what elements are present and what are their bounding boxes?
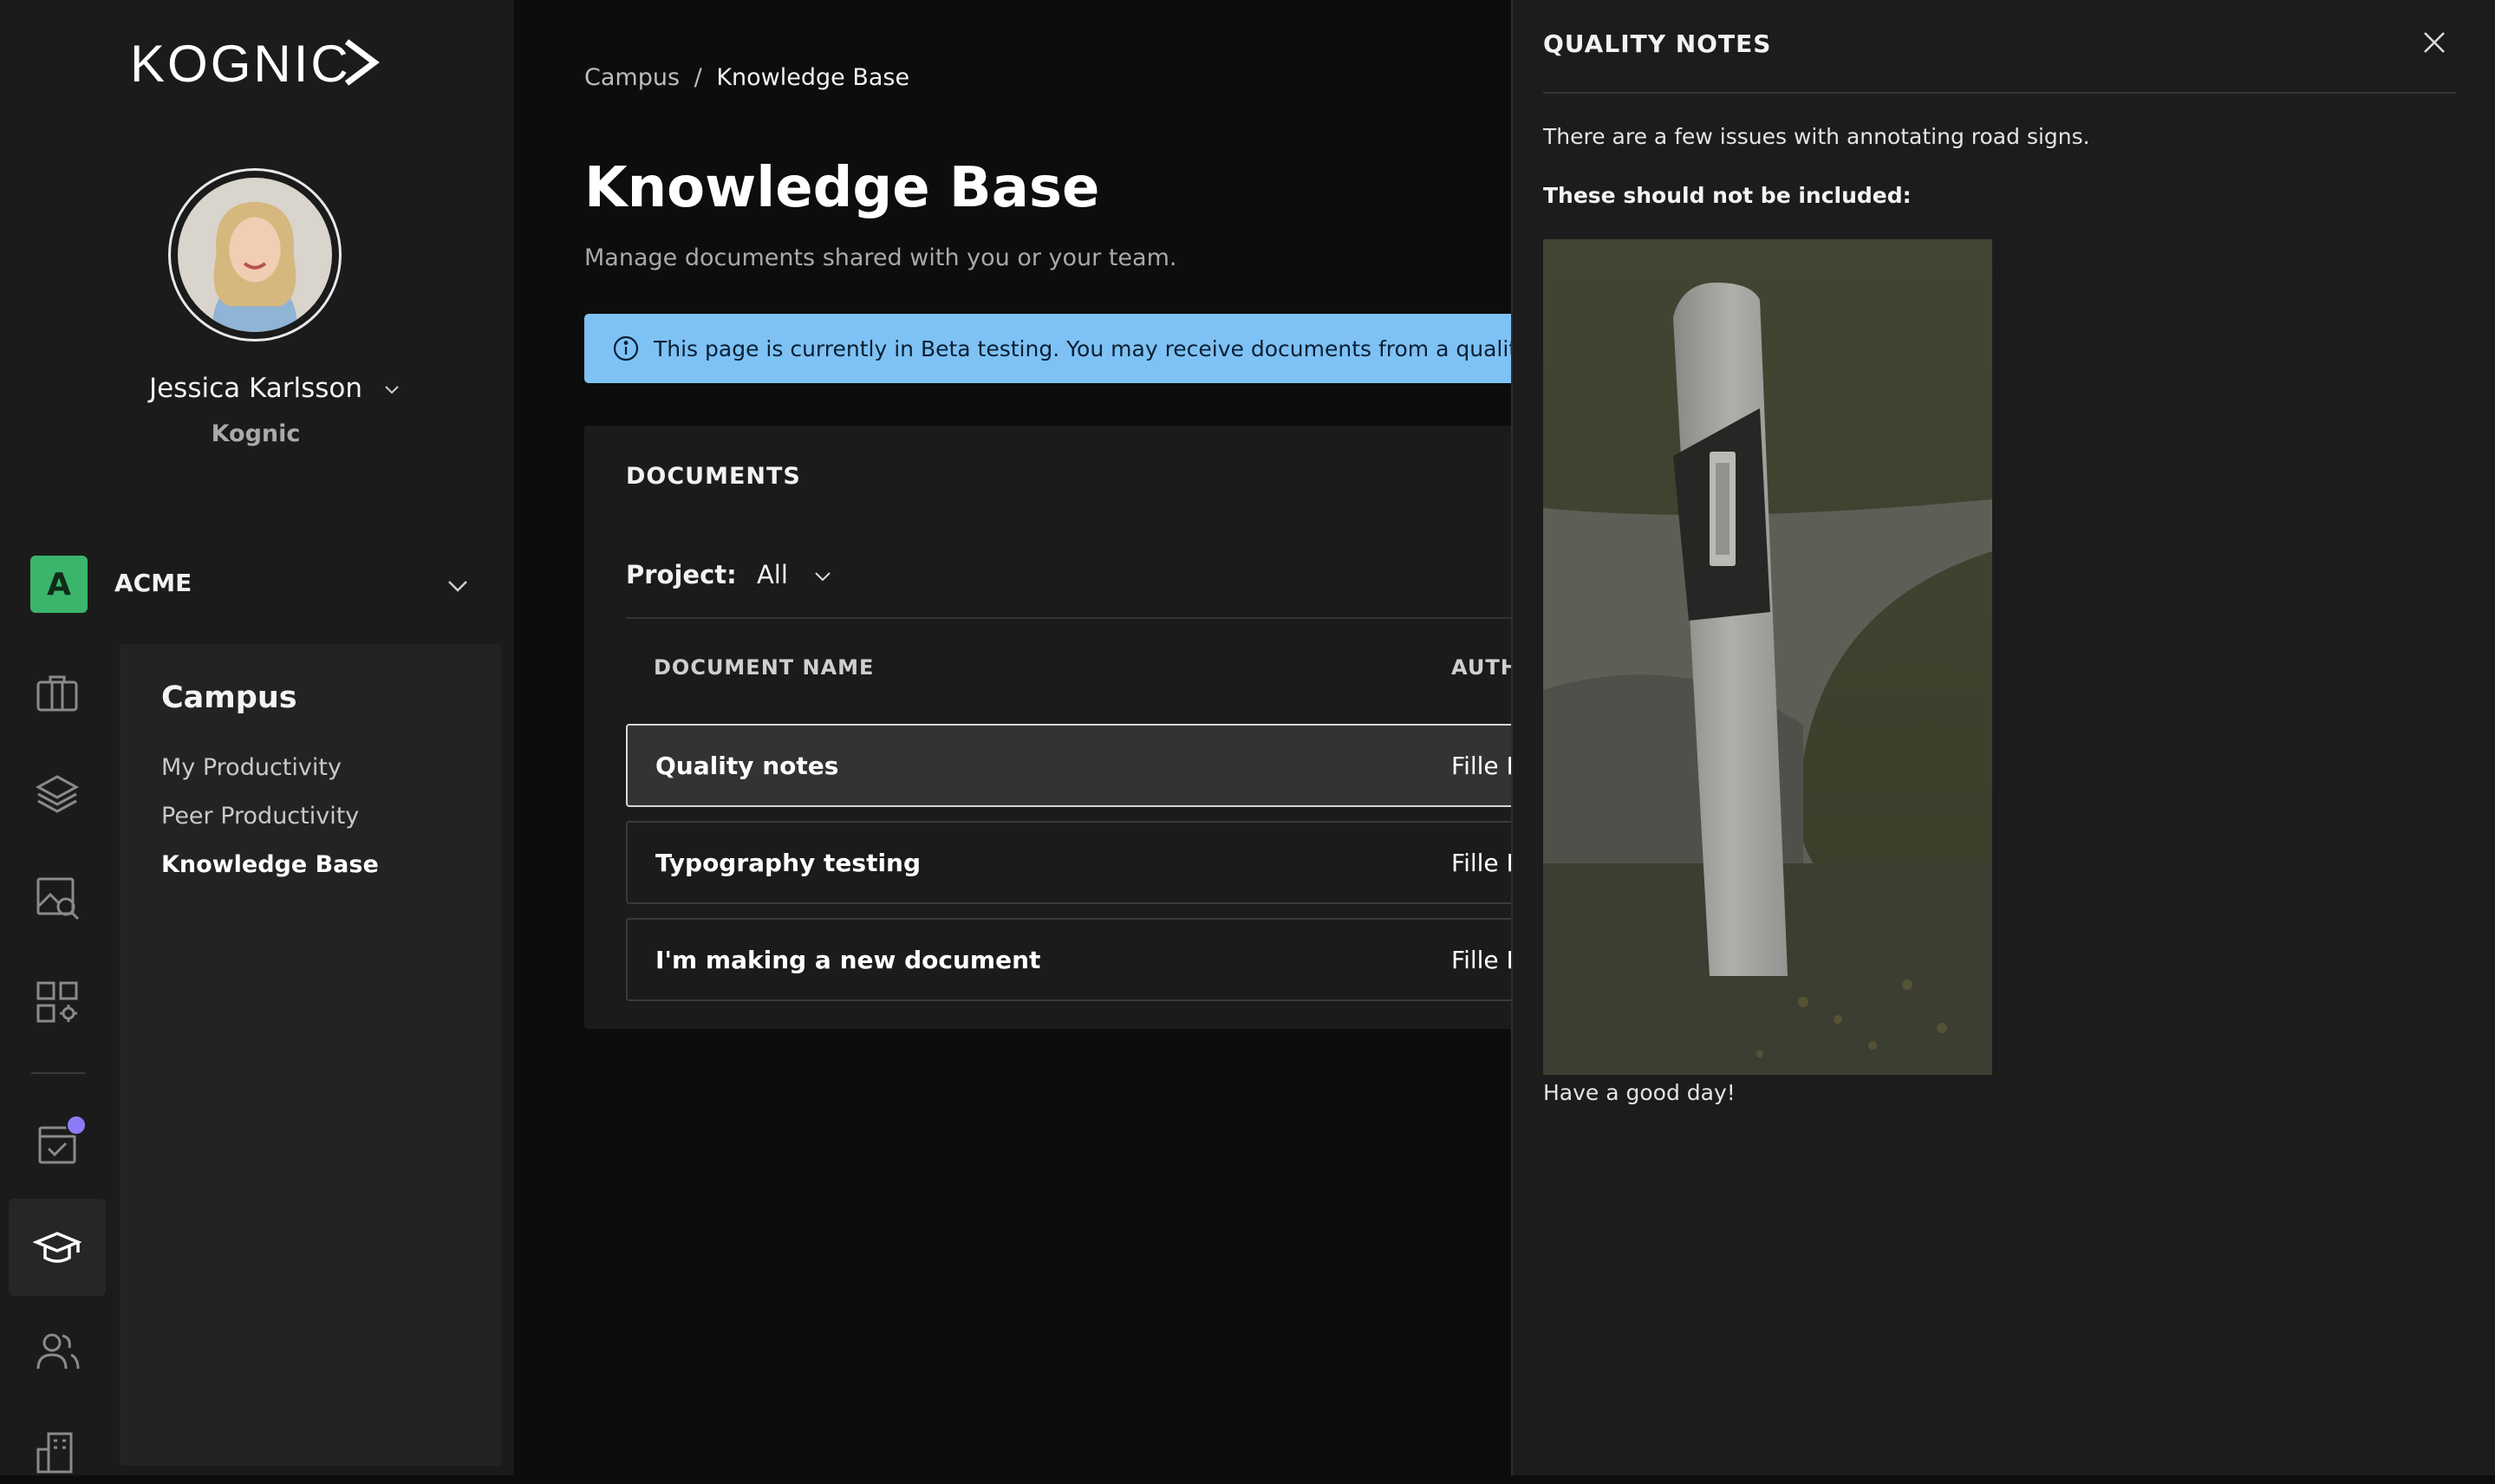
page-subtitle: Manage documents shared with you or your… — [584, 244, 1177, 271]
image-search-icon[interactable] — [26, 867, 88, 929]
document-name: Typography testing — [655, 849, 922, 877]
beta-banner: This page is currently in Beta testing. … — [584, 314, 1511, 383]
document-author: Fille D — [1451, 849, 1511, 877]
breadcrumb-parent[interactable]: Campus — [584, 64, 680, 91]
table-row[interactable]: Quality notes Fille D — [626, 724, 1511, 807]
kognic-logo[interactable]: KOGNIC — [130, 35, 381, 90]
briefcase-icon[interactable] — [26, 661, 88, 724]
road-post-image — [1543, 239, 1992, 1075]
quality-notes-drawer: QUALITY NOTES There are a few issues wit… — [1511, 0, 2495, 1475]
subnav-title: Campus — [161, 680, 297, 715]
avatar-image — [178, 178, 332, 332]
page-title: Knowledge Base — [584, 156, 1100, 220]
rail-divider — [31, 1072, 85, 1074]
drawer-title: QUALITY NOTES — [1543, 29, 1772, 58]
layers-icon[interactable] — [26, 763, 88, 825]
chevron-down-icon — [815, 572, 831, 582]
document-author: Fille D — [1451, 752, 1511, 780]
info-icon — [613, 335, 639, 361]
chevron-down-icon[interactable] — [444, 572, 472, 600]
apps-settings-icon[interactable] — [26, 971, 88, 1033]
document-author: Fille D — [1451, 946, 1511, 974]
workspace-name[interactable]: ACME — [114, 569, 192, 597]
chevron-down-icon[interactable] — [381, 379, 402, 400]
project-filter-label: Project: — [626, 560, 737, 589]
workspace-badge[interactable]: A — [30, 556, 88, 613]
graduation-cap-icon[interactable] — [9, 1199, 106, 1296]
user-name[interactable]: Jessica Karlsson — [130, 373, 381, 404]
main-content: Campus / Knowledge Base Knowledge Base M… — [514, 0, 1511, 1475]
documents-heading: DOCUMENTS — [626, 463, 801, 490]
subnav-item-knowledge-base[interactable]: Knowledge Base — [161, 851, 379, 878]
user-organization: Kognic — [211, 420, 301, 447]
avatar[interactable] — [168, 168, 342, 342]
table-row[interactable]: Typography testing Fille D — [626, 821, 1511, 904]
sidebar: KOGNIC Jessica Karlsson Kognic A ACME Ca… — [0, 0, 514, 1475]
table-row[interactable]: I'm making a new document Fille D — [626, 918, 1511, 1001]
drawer-paragraph: There are a few issues with annotating r… — [1543, 124, 2090, 149]
subnav-item-peer-productivity[interactable]: Peer Productivity — [161, 803, 359, 830]
divider — [1543, 92, 2456, 94]
breadcrumb: Campus / Knowledge Base — [584, 64, 909, 91]
document-name: Quality notes — [655, 752, 839, 780]
beta-banner-text: This page is currently in Beta testing. … — [654, 335, 1511, 361]
project-filter-dropdown[interactable]: Project: All — [626, 560, 834, 589]
documents-card: DOCUMENTS Project: All DOCUMENT NAME AUT… — [584, 426, 1511, 1029]
campus-subnav: Campus My Productivity Peer Productivity… — [120, 644, 501, 1466]
building-settings-icon[interactable] — [26, 1422, 88, 1484]
divider — [626, 617, 1511, 619]
project-filter-value: All — [756, 560, 788, 589]
users-icon[interactable] — [26, 1320, 88, 1383]
document-name: I'm making a new document — [655, 946, 1041, 974]
svg-text:KOGNIC: KOGNIC — [130, 35, 351, 90]
breadcrumb-current: Knowledge Base — [716, 64, 910, 91]
column-header-document-name[interactable]: DOCUMENT NAME — [654, 655, 874, 680]
drawer-emphasis: These should not be included: — [1543, 183, 1912, 208]
breadcrumb-separator: / — [694, 64, 702, 91]
close-icon[interactable] — [2420, 28, 2449, 57]
notification-dot — [66, 1115, 87, 1136]
column-header-author[interactable]: AUTH — [1451, 655, 1511, 680]
drawer-footer-text: Have a good day! — [1543, 1080, 1736, 1105]
subnav-item-my-productivity[interactable]: My Productivity — [161, 754, 342, 781]
